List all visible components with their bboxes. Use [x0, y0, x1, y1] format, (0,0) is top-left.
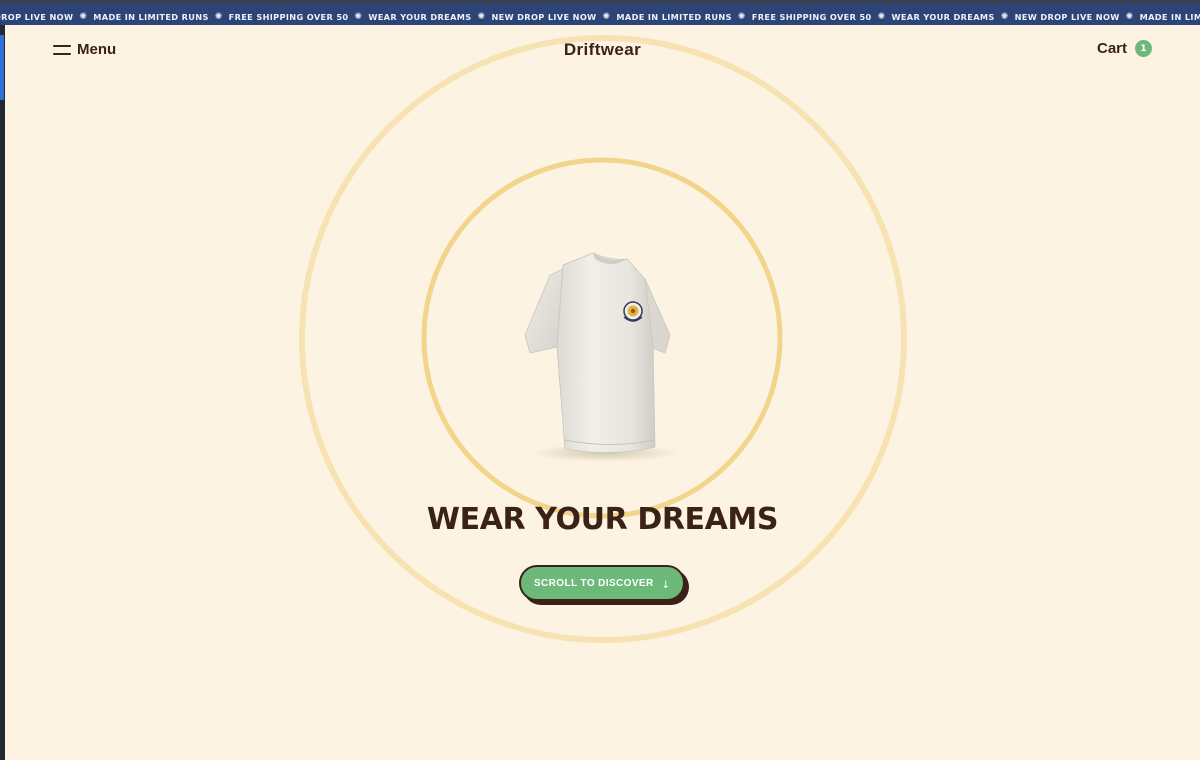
announcement-track: DROP LIVE NOW ✺ MADE IN LIMITED RUNS ✺ FREE …: [0, 12, 1200, 22]
cta-label: SCROLL TO DISCOVER: [533, 577, 654, 589]
announcement-bar: DROP LIVE NOW ✺ MADE IN LIMITED RUNS ✺ FREE …: [0, 0, 1200, 25]
announcement-item: DROP LIVE NOW ✺: [0, 12, 93, 22]
announcement-item: MADE IN LIMITED RUNS ✺: [616, 12, 751, 22]
announcement-item: MADE IN LIMITED RUNS✺: [1140, 12, 1200, 22]
announcement-item: MADE IN LIMITED RUNS ✺: [93, 12, 228, 22]
star-separator-icon: ✺: [214, 12, 223, 22]
cta-wrapper: SCROLL TO DISCOVER ↓: [519, 565, 689, 605]
announcement-text: MADE IN LIMITED RUNS: [616, 12, 732, 22]
scroll-to-discover-button[interactable]: SCROLL TO DISCOVER ↓: [519, 565, 685, 601]
star-separator-icon: ✺: [877, 12, 886, 22]
star-separator-icon: ✺: [1125, 12, 1134, 22]
announcement-text: WEAR YOUR DREAMS: [368, 12, 472, 22]
announcement-text: FREE SHIPPING OVER 50: [228, 12, 349, 22]
brand-logo[interactable]: Driftwear: [5, 40, 1200, 60]
announcement-item: WEAR YOUR DREAMS ✺: [368, 12, 491, 22]
star-separator-icon: ✺: [602, 12, 611, 22]
hero-page: Menu Driftwear Cart 1 WEAR YOUR DREAMS S…: [5, 25, 1200, 760]
announcement-item: NEW DROP LIVE NOW ✺: [491, 12, 616, 22]
arrow-down-icon: ↓: [661, 579, 670, 591]
star-separator-icon: ✺: [1000, 12, 1009, 22]
window-edge-marker: [0, 35, 4, 100]
cart-button[interactable]: Cart 1: [1097, 40, 1152, 57]
announcement-text: DROP LIVE NOW: [0, 12, 74, 22]
star-separator-icon: ✺: [354, 12, 363, 22]
announcement-text: FREE SHIPPING OVER 50: [751, 12, 872, 22]
star-separator-icon: ✺: [737, 12, 746, 22]
announcement-text: NEW DROP LIVE NOW: [1014, 12, 1120, 22]
announcement-text: MADE IN LIMITED RUNS: [93, 12, 209, 22]
announcement-item: FREE SHIPPING OVER 50 ✺: [752, 12, 892, 22]
site-header: Menu Driftwear Cart 1: [5, 25, 1200, 75]
announcement-text: MADE IN LIMITED RUNS: [1139, 12, 1200, 22]
tshirt-product-image: [524, 252, 680, 462]
announcement-item: NEW DROP LIVE NOW ✺: [1015, 12, 1140, 22]
announcement-text: WEAR YOUR DREAMS: [891, 12, 995, 22]
announcement-item: FREE SHIPPING OVER 50 ✺: [229, 12, 369, 22]
star-separator-icon: ✺: [79, 12, 88, 22]
star-separator-icon: ✺: [477, 12, 486, 22]
announcement-item: WEAR YOUR DREAMS ✺: [891, 12, 1014, 22]
hero-headline: WEAR YOUR DREAMS: [426, 502, 779, 537]
cart-count-badge: 1: [1135, 40, 1152, 57]
announcement-text: NEW DROP LIVE NOW: [491, 12, 597, 22]
cart-label: Cart: [1096, 40, 1127, 57]
